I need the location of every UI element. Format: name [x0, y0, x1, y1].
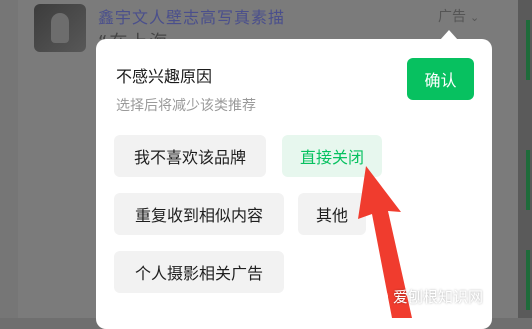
watermark-logo-icon — [370, 288, 388, 306]
annotation-arrow-icon — [358, 166, 412, 318]
watermark-text: 爱刨根知识网 — [393, 288, 484, 306]
watermark: 爱刨根知识网 — [370, 286, 483, 307]
